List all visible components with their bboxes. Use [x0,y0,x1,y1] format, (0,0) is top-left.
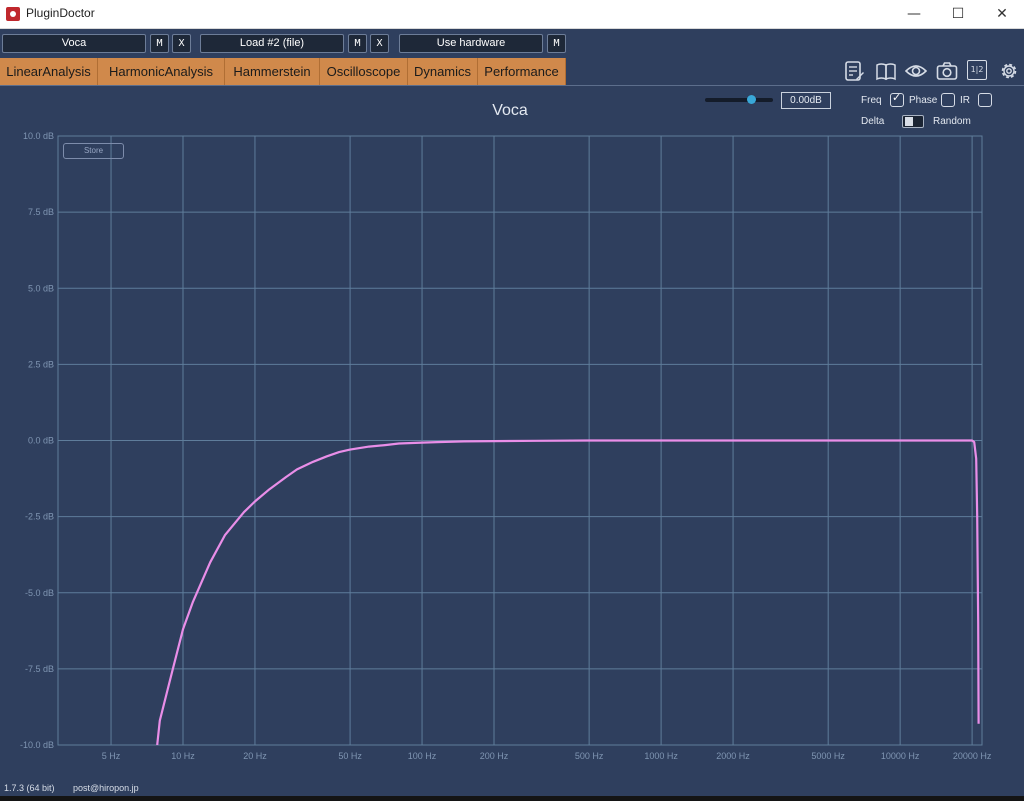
tab-hammerstein[interactable]: Hammerstein [225,58,320,85]
y-tick-label: 10.0 dB [23,131,54,141]
x-tick-label: 500 Hz [575,751,604,761]
eye-icon[interactable] [905,60,927,82]
maximize-button[interactable]: ☐ [936,0,980,28]
camera-icon[interactable] [936,60,958,82]
y-tick-label: -2.5 dB [25,512,54,522]
slot-2-mute-button[interactable]: M [348,34,367,53]
y-tick-label: 5.0 dB [28,283,54,293]
contact-email: post@hiropon.jp [73,783,139,793]
compare-icon[interactable]: 1|2 [967,60,987,80]
store-button[interactable]: Store [63,143,124,159]
slot-3-plugin-name[interactable]: Use hardware [399,34,543,53]
notes-icon[interactable] [843,60,865,82]
tab-divider [0,85,1024,86]
tab-harmonic-analysis[interactable]: HarmonicAnalysis [98,58,225,85]
delta-random-toggle[interactable] [902,115,924,128]
random-label: Random [933,116,971,127]
app-icon [6,7,20,21]
slot-1-remove-button[interactable]: X [172,34,191,53]
slot-3-mute-button[interactable]: M [547,34,566,53]
freq-checkbox[interactable]: ✓ [890,91,904,107]
x-tick-label: 10 Hz [171,751,195,761]
x-tick-label: 5 Hz [102,751,121,761]
tab-linear-analysis[interactable]: LinearAnalysis [0,58,98,85]
x-tick-label: 1000 Hz [644,751,678,761]
version-label: 1.7.3 (64 bit) [4,783,55,793]
x-tick-label: 20 Hz [243,751,267,761]
close-button[interactable]: ✕ [980,0,1024,28]
gear-icon[interactable] [998,60,1020,82]
freq-label: Freq [861,95,882,106]
tab-performance[interactable]: Performance [478,58,566,85]
chart-title: Voca [492,102,528,119]
x-tick-label: 20000 Hz [953,751,992,761]
slot-2-remove-button[interactable]: X [370,34,389,53]
taskbar-strip [0,796,1024,801]
y-tick-label: -7.5 dB [25,664,54,674]
x-tick-label: 100 Hz [408,751,437,761]
minimize-button[interactable]: — [892,0,936,28]
y-tick-label: 0.0 dB [28,436,54,446]
y-tick-label: 2.5 dB [28,359,54,369]
gain-value-field[interactable]: 0.00dB [781,92,831,109]
phase-label: Phase [909,95,938,106]
frequency-response-chart[interactable]: 10.0 dB 7.5 dB 5.0 dB 2.5 dB 0.0 dB -2.5 dB -5… [0,128,1024,768]
y-tick-label: 7.5 dB [28,207,54,217]
x-tick-label: 10000 Hz [881,751,920,761]
slot-1-mute-button[interactable]: M [150,34,169,53]
x-tick-label: 50 Hz [338,751,362,761]
x-tick-label: 5000 Hz [811,751,845,761]
slot-2-plugin-name[interactable]: Load #2 (file) [200,34,344,53]
y-tick-label: -10.0 dB [20,740,54,750]
toggle-knob [905,117,913,126]
y-tick-label: -5.0 dB [25,588,54,598]
tab-oscilloscope[interactable]: Oscilloscope [320,58,408,85]
window-title: PluginDoctor [26,6,95,20]
x-tick-label: 2000 Hz [716,751,750,761]
check-icon: ✓ [892,91,902,104]
x-tick-label: 200 Hz [480,751,509,761]
gain-slider[interactable] [705,98,773,102]
book-icon[interactable] [875,60,897,82]
delta-label: Delta [861,116,885,127]
tab-dynamics[interactable]: Dynamics [408,58,478,85]
slot-1-plugin-name[interactable]: Voca [2,34,146,53]
ir-checkbox[interactable] [978,93,992,107]
gain-slider-thumb[interactable] [747,95,757,104]
ir-label: IR [960,95,970,106]
phase-checkbox[interactable] [941,93,955,107]
title-bar: PluginDoctor — ☐ ✕ [0,0,1024,29]
